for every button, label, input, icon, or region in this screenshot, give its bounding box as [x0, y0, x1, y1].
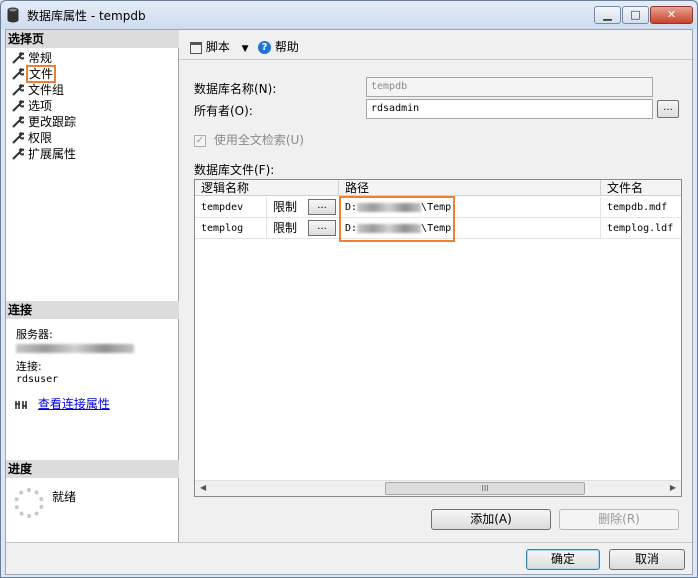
page-item-label: 常规	[28, 51, 53, 65]
horizontal-scrollbar[interactable]: ◀ III ▶	[195, 480, 681, 496]
minimize-button[interactable]: ▁	[594, 6, 621, 24]
wrench-icon	[12, 52, 24, 64]
script-label: 脚本	[205, 40, 230, 54]
wrench-icon	[12, 84, 24, 96]
server-label: 服务器:	[16, 328, 53, 341]
script-icon	[190, 41, 202, 54]
owner-label: 所有者(O):	[194, 104, 253, 118]
progress-status: 就绪	[52, 490, 77, 504]
wrench-icon	[12, 68, 24, 80]
help-button[interactable]: ? 帮助	[258, 38, 299, 55]
connection-user: rdsuser	[16, 374, 59, 385]
progress-header: 进度	[6, 460, 179, 478]
col-file-name[interactable]: 文件名	[601, 180, 681, 196]
page-item-change-tracking[interactable]: 更改跟踪	[10, 114, 76, 130]
page-item-label: 更改跟踪	[28, 115, 77, 129]
page-item-files[interactable]: 文件	[10, 65, 76, 83]
wrench-icon	[12, 148, 24, 160]
fulltext-checkbox-row[interactable]: ✓ 使用全文检索(U)	[194, 131, 304, 148]
database-icon	[7, 7, 19, 23]
progress-spinner-icon	[14, 488, 44, 518]
cell-file-name: templog.ldf	[607, 223, 674, 234]
page-item-options[interactable]: 选项	[10, 98, 76, 114]
db-files-label: 数据库文件(F):	[194, 163, 275, 177]
cell-file-name: tempdb.mdf	[607, 202, 668, 213]
connection-header: 连接	[6, 301, 179, 319]
toolbar: 脚本 ▼ ? 帮助	[180, 30, 692, 60]
page-item-extended-properties[interactable]: 扩展属性	[10, 146, 76, 162]
db-name-label: 数据库名称(N):	[194, 82, 277, 96]
server-value-redacted	[16, 343, 134, 353]
database-files-grid: 逻辑名称 路径 文件名 tempdev 限制 ... D: \Temp tempd…	[194, 179, 682, 497]
window-title: 数据库属性 - tempdb	[27, 9, 146, 23]
title-bar[interactable]: 数据库属性 - tempdb ▁ □ ✕	[1, 1, 697, 29]
grid-header: 逻辑名称 路径 文件名	[195, 180, 681, 196]
cancel-button[interactable]: 取消	[609, 549, 685, 570]
db-name-field: tempdb	[366, 77, 653, 97]
page-item-general[interactable]: 常规	[10, 50, 76, 66]
page-item-label: 权限	[28, 131, 53, 145]
bottom-button-bar: 确定 取消	[6, 542, 692, 574]
database-properties-window: 数据库属性 - tempdb ▁ □ ✕ 选择页 常规 文件 文件组 选项 更改…	[0, 0, 698, 578]
help-label: 帮助	[274, 40, 299, 54]
script-dropdown-icon[interactable]: ▼	[242, 44, 249, 54]
left-panel: 选择页 常规 文件 文件组 选项 更改跟踪 权限 扩展属性 连接 服务器: 连接…	[6, 30, 179, 542]
owner-field[interactable]: rdsadmin	[366, 99, 653, 119]
growth-browse-button[interactable]: ...	[308, 199, 336, 215]
add-button[interactable]: 添加(A)	[431, 509, 551, 530]
connection-info: 服务器: 连接: rdsuser	[16, 328, 134, 386]
scroll-thumb[interactable]: III	[385, 482, 585, 495]
view-connection-properties-link[interactable]: 查看连接属性	[38, 397, 110, 411]
connection-label: 连接:	[16, 360, 42, 373]
page-item-label: 文件	[25, 65, 57, 83]
close-button[interactable]: ✕	[650, 6, 693, 24]
fulltext-checkbox[interactable]: ✓	[194, 134, 206, 147]
page-item-filegroups[interactable]: 文件组	[10, 82, 76, 98]
path-highlight-box	[339, 196, 455, 242]
dialog-client: 选择页 常规 文件 文件组 选项 更改跟踪 权限 扩展属性 连接 服务器: 连接…	[5, 29, 693, 575]
page-item-label: 选项	[28, 99, 53, 113]
scroll-right-icon[interactable]: ▶	[670, 483, 676, 492]
col-logical-name[interactable]: 逻辑名称	[195, 180, 339, 196]
wrench-icon	[12, 116, 24, 128]
cell-logical-name: tempdev	[195, 197, 267, 218]
connection-properties-icon	[15, 400, 27, 409]
scroll-left-icon[interactable]: ◀	[200, 483, 206, 492]
page-list: 常规 文件 文件组 选项 更改跟踪 权限 扩展属性	[10, 50, 76, 162]
wrench-icon	[12, 100, 24, 112]
page-item-label: 文件组	[28, 83, 65, 97]
view-connection-row[interactable]: 查看连接属性	[14, 395, 110, 412]
remove-button[interactable]: 删除(R)	[559, 509, 679, 530]
select-page-header: 选择页	[6, 30, 179, 48]
script-button[interactable]: 脚本 ▼	[190, 38, 249, 55]
maximize-button[interactable]: □	[622, 6, 649, 24]
growth-browse-button[interactable]: ...	[308, 220, 336, 236]
page-item-permissions[interactable]: 权限	[10, 130, 76, 146]
owner-browse-button[interactable]: ...	[657, 100, 679, 118]
ok-button[interactable]: 确定	[526, 549, 600, 570]
col-path[interactable]: 路径	[339, 180, 601, 196]
cell-logical-name: templog	[195, 218, 267, 239]
help-icon: ?	[258, 41, 271, 54]
page-item-label: 扩展属性	[28, 147, 77, 161]
wrench-icon	[12, 132, 24, 144]
fulltext-label: 使用全文检索(U)	[213, 133, 304, 147]
